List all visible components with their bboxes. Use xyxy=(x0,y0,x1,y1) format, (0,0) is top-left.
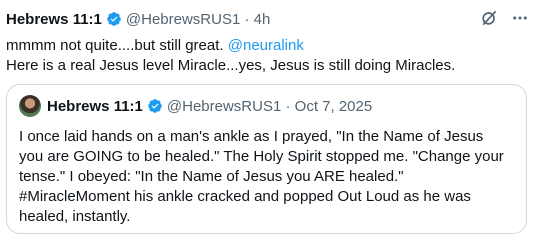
quoted-text-line: healed, instantly. xyxy=(19,208,131,225)
mention-link[interactable]: @neuralink xyxy=(228,37,304,54)
author-name[interactable]: Hebrews 11:1 xyxy=(6,11,102,28)
quoted-handle-and-date: @HebrewsRUS1 · Oct 7, 2025 xyxy=(166,97,373,115)
quoted-tweet[interactable]: Hebrews 11:1 @HebrewsRUS1 · Oct 7, 2025 … xyxy=(6,84,527,234)
tweet-actions xyxy=(479,8,529,28)
handle-and-time[interactable]: @HebrewsRUS1 · 4h xyxy=(126,11,270,28)
quoted-author-name: Hebrews 11:1 xyxy=(47,97,143,115)
quoted-tweet-header: Hebrews 11:1 @HebrewsRUS1 · Oct 7, 2025 xyxy=(19,95,372,117)
verified-badge-icon xyxy=(107,12,121,26)
tweet[interactable]: Hebrews 11:1 @HebrewsRUS1 · 4h mmmm not … xyxy=(0,0,535,245)
grok-icon[interactable] xyxy=(479,8,499,28)
more-options-icon[interactable] xyxy=(511,9,529,27)
quoted-text-line: #MiracleMoment his ankle cracked and pop… xyxy=(19,188,471,205)
verified-badge-icon xyxy=(148,99,162,113)
quoted-text-line: you are GOING to be healed." The Holy Sp… xyxy=(19,148,504,165)
quoted-text-line: I once laid hands on a man's ankle as I … xyxy=(19,128,484,145)
quoted-text-line: tense." I obeyed: "In the Name of Jesus … xyxy=(19,168,404,185)
tweet-text-line-2: Here is a real Jesus level Miracle...yes… xyxy=(6,57,456,74)
tweet-text-prefix: mmmm not quite....but still great. xyxy=(6,37,228,54)
tweet-text-line-1: mmmm not quite....but still great. @neur… xyxy=(6,36,526,56)
quoted-tweet-text: I once laid hands on a man's ankle as I … xyxy=(19,127,519,227)
avatar[interactable] xyxy=(19,95,41,117)
tweet-text: mmmm not quite....but still great. @neur… xyxy=(6,36,526,76)
tweet-header: Hebrews 11:1 @HebrewsRUS1 · 4h xyxy=(6,9,270,29)
